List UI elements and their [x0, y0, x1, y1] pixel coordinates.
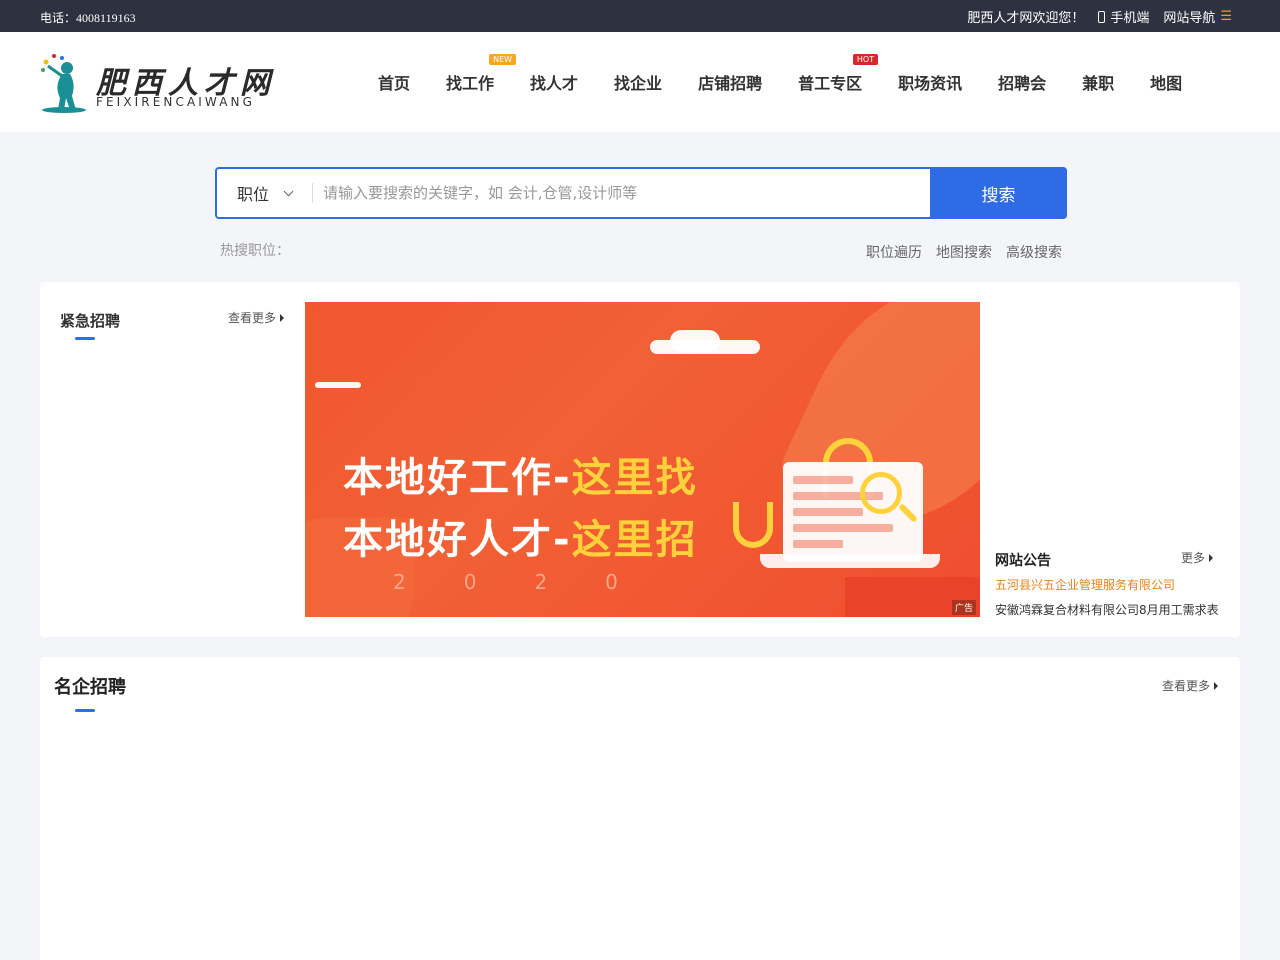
slogan-line1-a: 本地好工作-: [343, 455, 572, 501]
famous-title: 名企招聘: [54, 677, 126, 698]
cloud-decoration: [670, 330, 720, 352]
hot-search-label: 热搜职位：: [220, 243, 290, 259]
chevron-down-icon: [283, 186, 294, 196]
nav-label: 职场资讯: [898, 74, 963, 93]
site-logo[interactable]: 肥西人才网 FEIXIRENCAIWANG: [40, 52, 280, 114]
hot-badge: HOT: [852, 54, 879, 65]
nav-map[interactable]: 地图: [1132, 70, 1200, 94]
notice-item[interactable]: 安徽鸿霖复合材料有限公司8月用工需求表: [995, 601, 1219, 618]
banner-slogan: 本地好工作-这里找 本地好人才-这里招: [343, 447, 698, 571]
banner-laptop-base: [760, 554, 940, 568]
search-links: 职位遍历 地图搜索 高级搜索: [866, 242, 1062, 262]
slogan-line1-b: 这里找: [571, 455, 698, 501]
site-header: 肥西人才网 FEIXIRENCAIWANG 首页 找工作 NEW 找人才 找企业 …: [0, 32, 1280, 132]
search-type-value: 职位: [237, 185, 270, 204]
top-bar: 电话：4008119163 肥西人才网欢迎您！ 手机端 网站导航 ☰: [0, 0, 1280, 32]
nav-label: 找企业: [614, 74, 663, 93]
search-type-select[interactable]: 职位: [217, 169, 312, 217]
urgent-more-link[interactable]: 查看更多: [228, 309, 285, 326]
mobile-link-label: 手机端: [1110, 11, 1150, 26]
logo-en-text: FEIXIRENCAIWANG: [96, 95, 255, 109]
nav-shop-recruit[interactable]: 店铺招聘: [680, 70, 780, 94]
search-button[interactable]: 搜索: [930, 167, 1067, 219]
mobile-link[interactable]: 手机端: [1098, 7, 1149, 26]
famous-more-link[interactable]: 查看更多: [1162, 677, 1219, 694]
caret-right-icon: [1209, 553, 1214, 562]
search-input[interactable]: [313, 169, 930, 217]
notice-title: 网站公告: [995, 553, 1051, 569]
advanced-search-link[interactable]: 高级搜索: [1006, 242, 1062, 262]
urgent-title: 紧急招聘: [60, 312, 121, 330]
notice-more-link[interactable]: 更多: [1181, 549, 1214, 566]
urgent-more-label: 查看更多: [228, 311, 277, 325]
magnifier-icon: [860, 472, 902, 514]
slogan-line2-a: 本地好人才-: [343, 517, 572, 563]
famous-companies-panel: 名企招聘 查看更多: [40, 657, 1240, 960]
urgent-title-underline: [75, 337, 95, 340]
caret-right-icon: [1214, 681, 1219, 690]
logo-figure-icon: [41, 54, 86, 113]
nav-home[interactable]: 首页: [360, 70, 428, 94]
nav-find-job[interactable]: 找工作 NEW: [428, 54, 517, 94]
cloud-decoration: [315, 382, 361, 388]
phone-label: 电话：: [40, 11, 77, 25]
top-bar-links: 肥西人才网欢迎您！ 手机端 网站导航 ☰: [967, 7, 1232, 26]
phone-number: 4008119163: [76, 11, 136, 25]
nav-label: 首页: [378, 74, 411, 93]
menu-icon: ☰: [1220, 9, 1232, 24]
mobile-phone-icon: [1098, 10, 1106, 23]
nav-find-company[interactable]: 找企业: [596, 70, 680, 94]
nav-find-talent[interactable]: 找人才: [512, 70, 596, 94]
nav-label: 找工作: [446, 74, 495, 93]
nav-label: 兼职: [1082, 74, 1115, 93]
new-badge: NEW: [489, 54, 517, 65]
phone-info: 电话：4008119163: [40, 9, 136, 26]
nav-general-worker[interactable]: 普工专区 HOT: [780, 54, 880, 94]
nav-label: 找人才: [530, 74, 579, 93]
job-browse-link[interactable]: 职位遍历: [866, 242, 922, 262]
site-nav-label: 网站导航: [1163, 11, 1216, 26]
urgent-panel: 紧急招聘 查看更多 本地好工作-这里找 本地好人才-这里招 2020 广告 网站…: [40, 282, 1240, 637]
nav-label: 普工专区: [798, 74, 863, 93]
search-bar: 职位 搜索: [215, 167, 1067, 219]
site-nav-link[interactable]: 网站导航 ☰: [1163, 7, 1232, 26]
famous-more-label: 查看更多: [1162, 679, 1211, 693]
nav-career-news[interactable]: 职场资讯: [880, 70, 980, 94]
banner-wave-decoration: [733, 502, 773, 548]
welcome-text: 肥西人才网欢迎您！: [967, 11, 1085, 26]
nav-part-time[interactable]: 兼职: [1064, 70, 1132, 94]
banner-year: 2020: [393, 570, 676, 594]
map-search-link[interactable]: 地图搜索: [936, 242, 992, 262]
famous-title-underline: [75, 709, 95, 712]
nav-label: 店铺招聘: [698, 74, 763, 93]
ad-label: 广告: [951, 600, 976, 615]
nav-job-fair[interactable]: 招聘会: [980, 70, 1064, 94]
caret-right-icon: [280, 313, 285, 322]
main-nav: 首页 找工作 NEW 找人才 找企业 店铺招聘 普工专区 HOT 职场资讯 招聘会 …: [360, 54, 1200, 94]
ad-banner[interactable]: 本地好工作-这里找 本地好人才-这里招 2020 广告: [305, 302, 980, 617]
nav-label: 招聘会: [998, 74, 1047, 93]
notice-item[interactable]: 五河县兴五企业管理服务有限公司: [995, 576, 1175, 593]
notice-more-label: 更多: [1181, 551, 1206, 565]
nav-label: 地图: [1150, 74, 1183, 93]
slogan-line2-b: 这里招: [571, 517, 698, 563]
